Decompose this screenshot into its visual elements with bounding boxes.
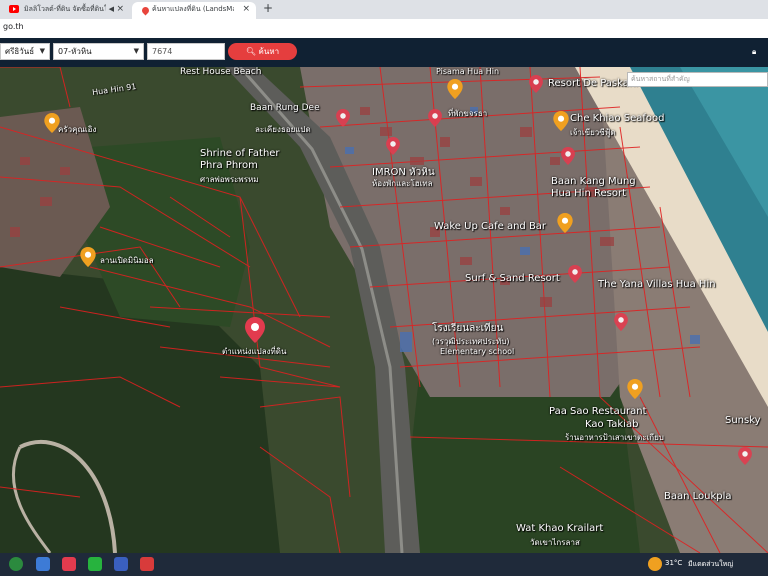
map-label: Surf & Sand Resort xyxy=(465,273,560,284)
new-tab-button[interactable]: + xyxy=(263,1,273,15)
tab-title: มิลลิโวลต์-ที่ดิน จัดซื้อที่ดินในหัวหิน xyxy=(24,5,106,13)
tab-close-icon[interactable]: × xyxy=(242,2,250,17)
province-select[interactable]: ศรีธิวันธ์ ▼ xyxy=(0,43,50,60)
app-toolbar: ศรีธิวันธ์ ▼ 07-หัวหิน ▼ 7674 🔍︎ ค้นหา 🔒… xyxy=(0,38,768,67)
weather-text: มีแดดส่วนใหญ่ xyxy=(688,560,734,568)
map-label: Pisama Hua Hin xyxy=(436,67,500,76)
weather-temp: 31°C xyxy=(665,559,683,567)
map-label: เจ้าเขียวซีฟู้ด xyxy=(570,128,616,137)
map-label: The Yana Villas Hua Hin xyxy=(598,279,716,290)
chevron-down-icon: ▼ xyxy=(133,47,139,55)
start-icon[interactable] xyxy=(9,557,23,571)
map-label: Paa Sao Restaurant xyxy=(549,406,647,417)
search-icon: 🔍︎ xyxy=(245,47,256,56)
taskview-icon[interactable] xyxy=(36,557,50,571)
youtube-icon xyxy=(9,5,19,13)
map-label: Phra Phrom xyxy=(200,160,258,171)
audio-playing-icon[interactable]: ◀ xyxy=(109,2,114,17)
district-value: 07-หัวหิน xyxy=(58,47,92,56)
map-label: ลานเปิดมินิมอล xyxy=(100,256,154,265)
map-label: Che Khiao Seafood xyxy=(570,113,665,124)
tab-close-icon[interactable]: × xyxy=(116,2,124,17)
map-label: Hua Hin Resort xyxy=(551,188,626,199)
map-label: Kao Takiab xyxy=(585,419,639,430)
map-label: ที่พักขจรธา xyxy=(448,109,488,118)
pdf-icon[interactable] xyxy=(140,557,154,571)
map-label: ร้านอาหารป้าเสาเขาตะเกียบ xyxy=(565,433,664,442)
address-bar[interactable]: go.th xyxy=(0,19,768,39)
search-button[interactable]: 🔍︎ ค้นหา xyxy=(228,43,297,60)
app-icon[interactable] xyxy=(62,557,76,571)
search-button-label: ค้นหา xyxy=(258,47,280,56)
map-pin-icon xyxy=(137,5,151,16)
map-label: วัดเขาไกรลาส xyxy=(530,538,580,547)
map-imagery[interactable] xyxy=(0,67,768,553)
map-label: Baan Kang Mung xyxy=(551,176,636,187)
map-label: Sunsky xyxy=(725,415,761,426)
chat-icon[interactable] xyxy=(88,557,102,571)
province-value: ศรีธิวันธ์ xyxy=(5,47,35,56)
map-label: Baan Loukpla xyxy=(664,491,732,502)
lock-icon[interactable]: 🔒︎ xyxy=(752,47,756,57)
browser-tab-youtube[interactable]: มิลลิโวลต์-ที่ดิน จัดซื้อที่ดินในหัวหิน … xyxy=(4,2,130,19)
map-label: โรงเรียนละเทียน xyxy=(432,323,504,334)
map-label: Elementary school xyxy=(440,347,515,356)
map-label: ห้องพักและโฮเทล xyxy=(372,179,433,188)
map-label: Baan Rung Dee xyxy=(250,103,320,113)
parcel-number-input[interactable]: 7674 xyxy=(147,43,225,60)
browser-tab-strip: มิลลิโวลต์-ที่ดิน จัดซื้อที่ดินในหัวหิน … xyxy=(0,0,768,19)
map-label: ละเคียงธอยแปด xyxy=(255,125,311,134)
map-label: ศาลพ่อพระพรหม xyxy=(200,175,259,184)
map-label: Rest House Beach xyxy=(180,67,262,77)
chevron-down-icon: ▼ xyxy=(39,47,45,55)
tab-title: ค้นหาแปลงที่ดิน (LandsMaps) xyxy=(152,5,234,13)
satellite-map[interactable]: Rest House Beach Hua Hin 91 Baan Rung De… xyxy=(0,67,768,553)
browser-tab-landsmaps[interactable]: ค้นหาแปลงที่ดิน (LandsMaps) × xyxy=(132,2,256,19)
map-label: ตำแหน่งแปลงที่ดิน xyxy=(222,347,287,356)
map-label: Shrine of Father xyxy=(200,148,280,159)
weather-sun-icon xyxy=(648,557,662,571)
map-label: ครัวคุณเอิง xyxy=(58,125,97,134)
place-search-input[interactable]: ค้นหาสถานที่สำคัญ xyxy=(627,72,768,87)
files-icon[interactable] xyxy=(114,557,128,571)
map-label: Wake Up Cafe and Bar xyxy=(434,221,547,232)
map-label: Resort De Paskani xyxy=(548,78,638,89)
district-select[interactable]: 07-หัวหิน ▼ xyxy=(53,43,144,60)
map-label: Wat Khao Krailart xyxy=(516,523,604,534)
taskbar: 31°C มีแดดส่วนใหญ่ xyxy=(0,553,768,576)
url-text[interactable]: go.th xyxy=(3,22,24,31)
